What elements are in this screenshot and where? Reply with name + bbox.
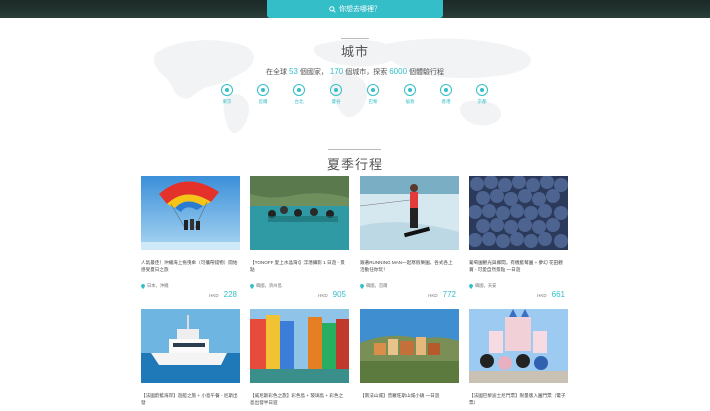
city-item-paris[interactable]: 巴黎 [358, 84, 388, 105]
city-marker-icon [404, 84, 416, 96]
summer-section-title: 夏季行程 [326, 157, 383, 172]
price-value: 661 [551, 290, 565, 299]
search-icon [329, 5, 336, 13]
tour-price: HKD 772 [428, 290, 456, 299]
price-value: 772 [442, 290, 456, 299]
tour-title: 葡萄園觀光與鄉間，有機藍莓園 + 夢幻 花田觀賞 - 可愛自然景點 一日遊 [469, 260, 563, 272]
location-pin-icon [469, 283, 473, 289]
price-currency: HKD [428, 293, 438, 298]
tour-title: 【南法山城】普羅旺斯山城小鎮 一日遊 [360, 393, 440, 398]
city-marker-icon [293, 84, 305, 96]
tour-title: 【威尼斯彩色之旅】彩色島 + 玻璃島 + 彩色之島出發半日遊 [250, 393, 344, 405]
search-label: 你想去哪裡？ [339, 6, 381, 13]
tour-card[interactable]: 人氣最佳！沖繩海上拖曳傘（可攜帶錢物）開始感受夏日之旅 日本，沖繩 HKD 228 [141, 176, 240, 299]
location-pin-icon [250, 283, 254, 289]
tour-location: 韓國，首爾 [360, 283, 459, 289]
stats-prefix: 在全球 [265, 69, 287, 76]
cities-label: 個城市，探索 [345, 69, 388, 76]
title-divider [341, 38, 369, 39]
location-pin-icon [141, 283, 145, 289]
tour-card[interactable]: 【法國巴黎迪士尼門票】限量版入園門票（電子票） [469, 309, 568, 407]
city-name: 首爾 [258, 99, 268, 104]
location-text: 韓國，濟州島 [256, 283, 282, 288]
city-marker-icon [330, 84, 342, 96]
tour-location: 韓國，濟州島 [250, 283, 349, 289]
tour-card[interactable]: 葡萄園觀光與鄉間，有機藍莓園 + 夢幻 花田觀賞 - 可愛自然景點 一日遊 韓國… [468, 175, 568, 299]
city-item-london[interactable]: 倫敦 [395, 84, 425, 105]
city-item-seoul[interactable]: 首爾 [248, 84, 278, 105]
countries-label: 個國家， [299, 69, 328, 76]
city-item-tokyo[interactable]: 東京 [212, 84, 242, 105]
location-text: 韓國，天安 [475, 283, 497, 288]
tour-location: 韓國，天安 [469, 283, 568, 289]
countries-count: 53 [288, 67, 298, 76]
price-currency: HKD [318, 293, 328, 298]
price-value: 905 [332, 290, 346, 299]
tour-photo-yacht [141, 309, 240, 383]
city-selector: 東京 首爾 台北 曼谷 巴黎 倫敦 香港 京都 [207, 84, 507, 114]
tour-price: HKD 905 [318, 290, 346, 299]
city-name: 巴黎 [368, 99, 378, 104]
city-marker-icon [257, 84, 269, 96]
tour-card[interactable]: 【法國蔚藍海岸】遊艇之旅 + 小島午餐 - 尼斯出發 [141, 309, 240, 407]
city-item-kyoto[interactable]: 京都 [467, 84, 497, 105]
title-divider [328, 149, 381, 150]
tour-card[interactable]: 跟著RUNNING MAN一起寒假樂園，各式各上活動任你玩！ 韓國，首爾 HKD… [359, 176, 459, 299]
cities-section-title: 城市 [340, 44, 369, 59]
cities-stats: 在全球 53 個國家， 170 個城市，探索 6000 個體驗行程 [0, 67, 710, 77]
tour-card[interactable]: 【南法山城】普羅旺斯山城小鎮 一日遊 [360, 309, 459, 407]
tour-price: HKD 661 [537, 290, 565, 299]
price-currency: HKD [209, 293, 219, 298]
city-marker-icon [476, 84, 488, 96]
tour-photo-disneyland [469, 309, 568, 383]
price-value: 228 [223, 290, 237, 299]
tour-card[interactable]: 【TONOFF 愛上水晶灣!】浮潛攝影 1 日遊 - 景點 韓國，濟州島 HKD… [250, 176, 349, 299]
tour-title: 人氣最佳！沖繩海上拖曳傘（可攜帶錢物）開始感受夏日之旅 [141, 260, 238, 272]
city-item-bangkok[interactable]: 曼谷 [321, 84, 351, 105]
experiences-count: 6000 [389, 67, 408, 76]
city-name: 香港 [441, 99, 451, 104]
city-item-taipei[interactable]: 台北 [284, 84, 314, 105]
tour-photo-hill-town [360, 309, 459, 383]
tour-photo-parasailing [141, 176, 240, 250]
price-currency: HKD [537, 293, 547, 298]
city-name: 台北 [294, 99, 304, 104]
location-pin-icon [360, 283, 364, 289]
tour-title: 【TONOFF 愛上水晶灣!】浮潛攝影 1 日遊 - 景點 [250, 260, 345, 272]
tour-title: 【法國巴黎迪士尼門票】限量版入園門票（電子票） [469, 393, 566, 405]
city-marker-icon [367, 84, 379, 96]
tour-price: HKD 228 [209, 290, 237, 299]
tour-photo-blueberries [468, 175, 568, 250]
search-button[interactable]: 你想去哪裡？ [267, 0, 443, 18]
city-item-hongkong[interactable]: 香港 [431, 84, 461, 105]
tour-photo-wakeboarding [359, 176, 459, 250]
city-name: 曼谷 [331, 99, 341, 104]
tour-card[interactable]: 【威尼斯彩色之旅】彩色島 + 玻璃島 + 彩色之島出發半日遊 [250, 309, 349, 407]
experiences-label: 個體驗行程 [409, 69, 445, 76]
location-text: 日本，沖繩 [147, 283, 169, 288]
city-marker-icon [221, 84, 233, 96]
city-name: 東京 [222, 99, 232, 104]
tour-photo-colorful-island [250, 309, 349, 383]
tour-location: 日本，沖繩 [141, 283, 240, 289]
tour-title: 跟著RUNNING MAN一起寒假樂園，各式各上活動任你玩！ [360, 260, 453, 272]
city-name: 京都 [477, 99, 487, 104]
cities-count: 170 [329, 67, 344, 76]
location-text: 韓國，首爾 [366, 283, 388, 288]
tour-title: 【法國蔚藍海岸】遊艇之旅 + 小島午餐 - 尼斯出發 [141, 393, 238, 405]
city-name: 倫敦 [405, 99, 415, 104]
tour-photo-snorkeling [250, 176, 349, 250]
city-marker-icon [440, 84, 452, 96]
